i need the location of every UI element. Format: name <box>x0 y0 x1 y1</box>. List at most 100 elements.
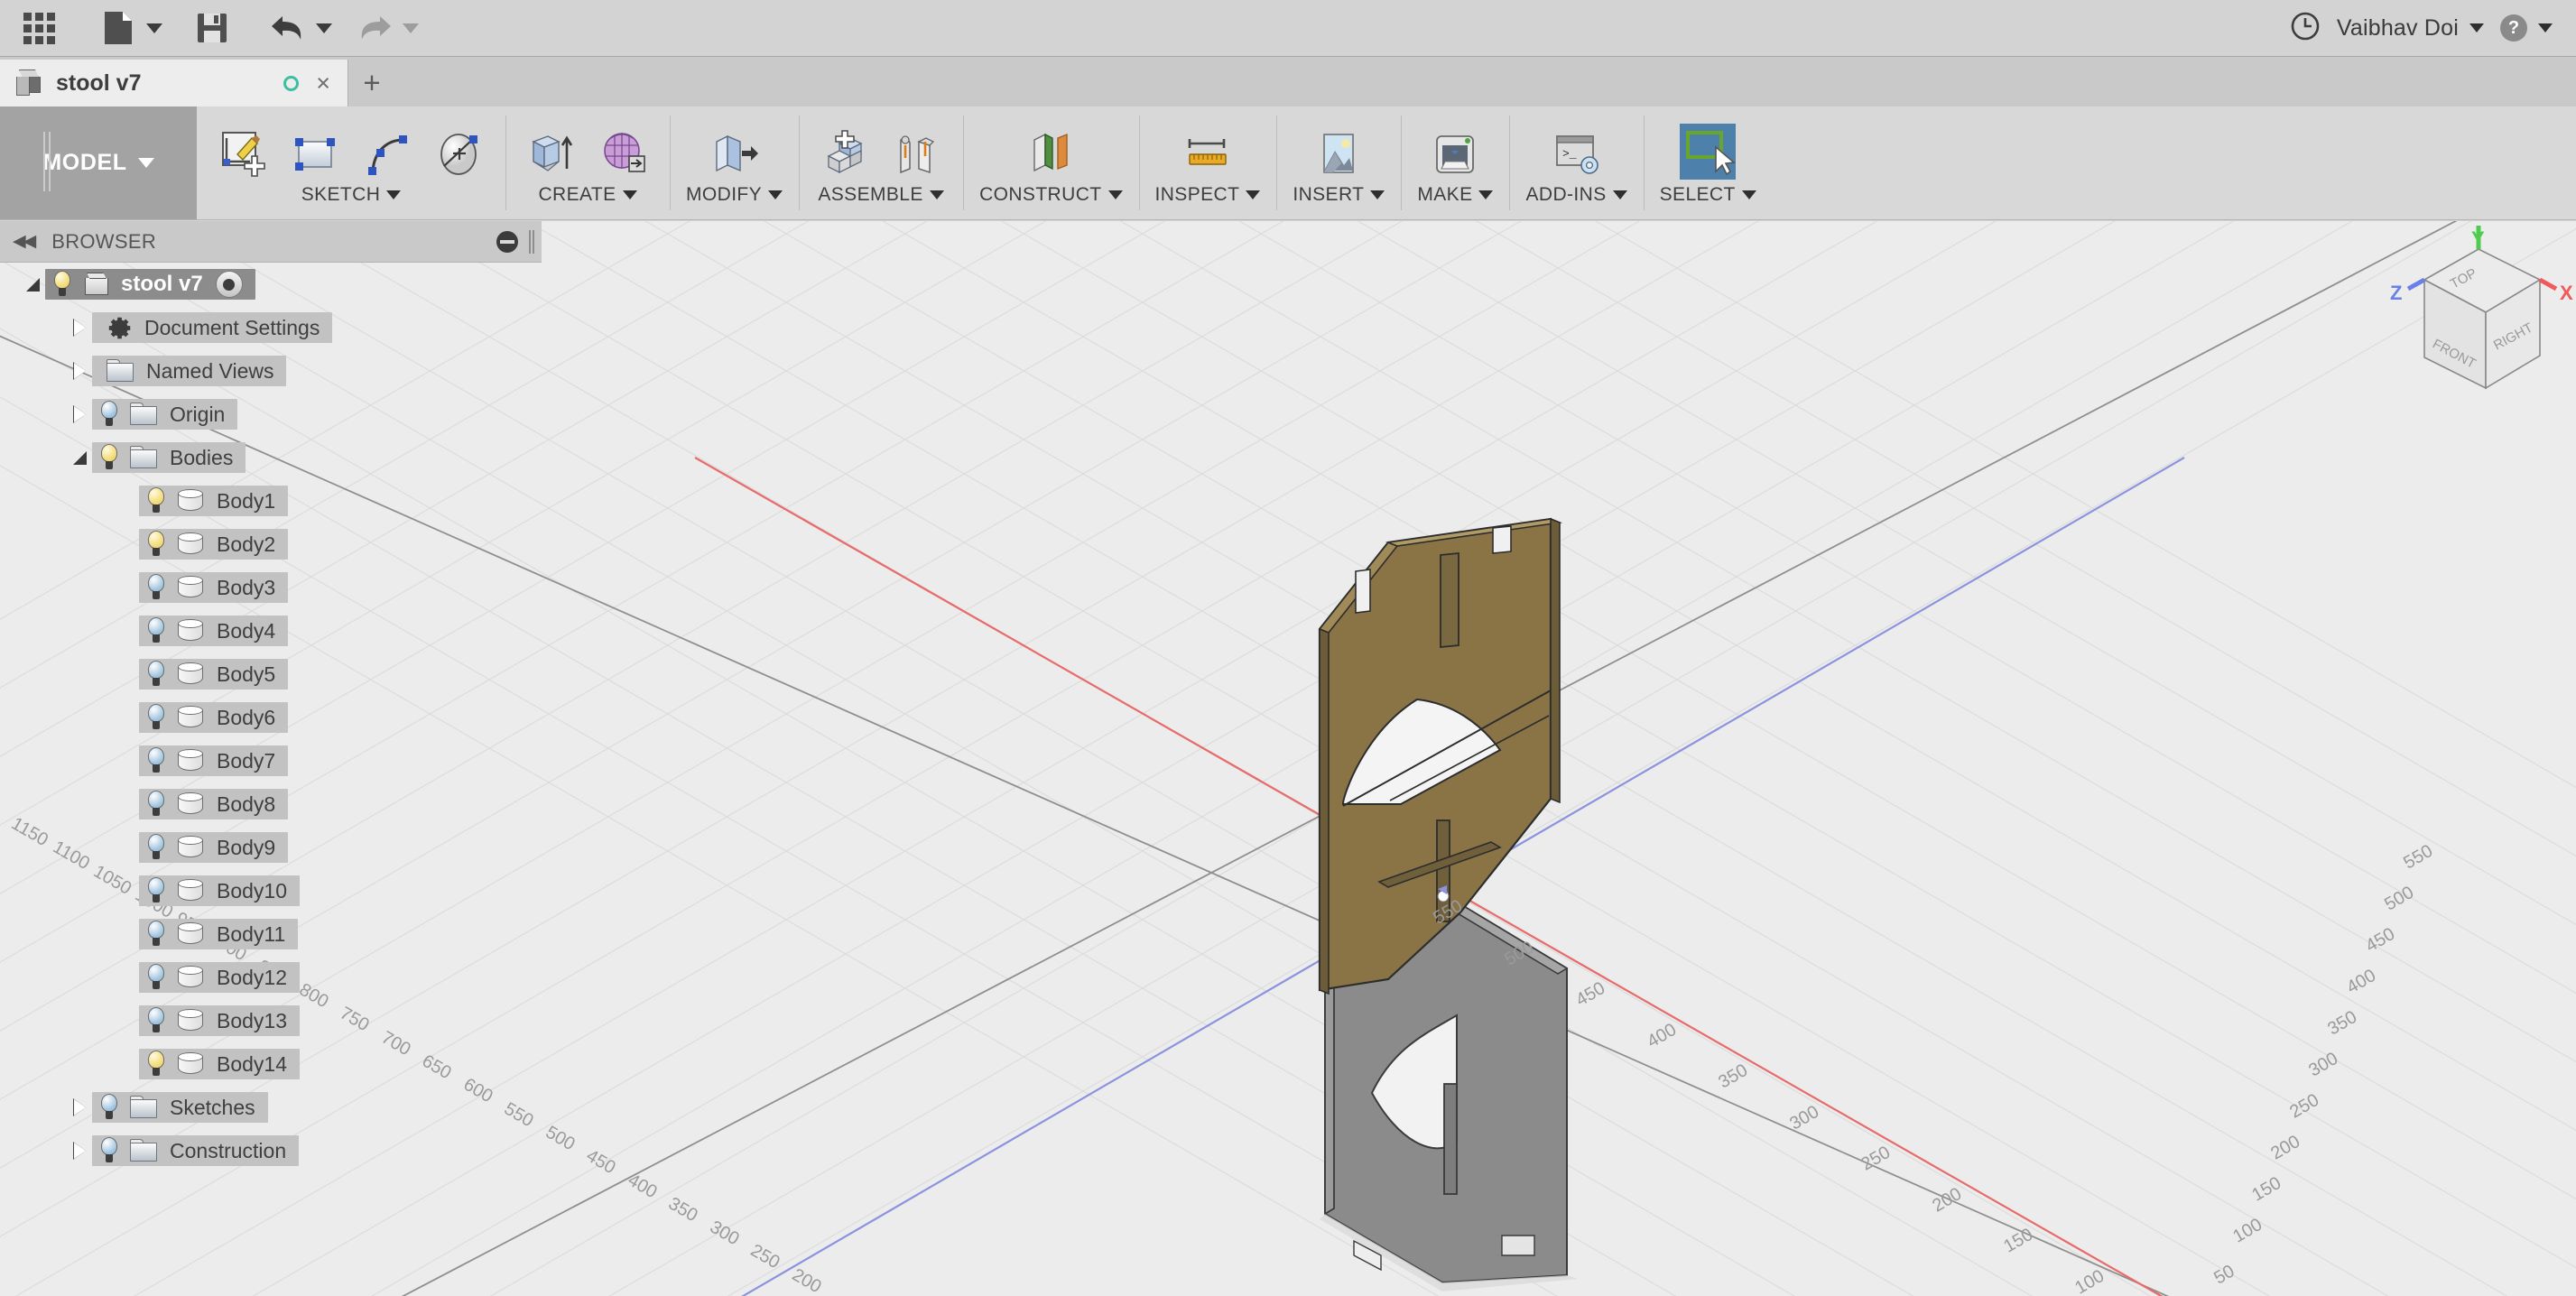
panel-resize-handle[interactable] <box>529 229 534 254</box>
tree-item-body10[interactable]: Body10 <box>0 869 542 912</box>
visibility-bulb-icon[interactable] <box>51 271 74 298</box>
tree-item-origin[interactable]: Origin <box>0 393 542 436</box>
select-dropdown-caret[interactable] <box>1741 190 1756 199</box>
tree-item-content[interactable]: Document Settings <box>92 312 333 343</box>
minimize-browser-icon[interactable] <box>496 230 518 253</box>
visibility-bulb-icon[interactable] <box>144 1051 168 1078</box>
user-menu-caret[interactable] <box>2469 23 2484 32</box>
visibility-bulb-icon[interactable] <box>144 487 168 514</box>
tree-item-content[interactable]: stool v7 <box>45 269 255 300</box>
tree-item-named-views[interactable]: Named Views <box>0 349 542 393</box>
addins-dropdown-caret[interactable] <box>1612 190 1627 199</box>
assemble-dropdown-caret[interactable] <box>929 190 944 199</box>
insert-dropdown-caret[interactable] <box>1370 190 1385 199</box>
visibility-bulb-icon[interactable] <box>144 661 168 688</box>
make-dropdown-caret[interactable] <box>1478 190 1494 199</box>
collapse-twisty-icon[interactable] <box>67 450 92 465</box>
tree-item-body13[interactable]: Body13 <box>0 999 542 1042</box>
tree-item-body1[interactable]: Body1 <box>0 479 542 523</box>
visibility-bulb-icon[interactable] <box>144 877 168 904</box>
tree-item-body8[interactable]: Body8 <box>0 782 542 826</box>
tree-item-body12[interactable]: Body12 <box>0 956 542 999</box>
tree-item-content[interactable]: Body3 <box>139 572 289 603</box>
help-menu-caret[interactable] <box>2538 23 2553 32</box>
spline-icon[interactable] <box>357 125 417 184</box>
expand-twisty-icon[interactable] <box>67 405 92 423</box>
workspace-caret-icon[interactable] <box>137 158 154 168</box>
insert-image-icon[interactable] <box>1309 125 1368 184</box>
expand-twisty-icon[interactable] <box>67 1098 92 1116</box>
tree-item-content[interactable]: Body8 <box>139 789 289 819</box>
tree-item-body6[interactable]: Body6 <box>0 696 542 739</box>
rectangle-icon[interactable] <box>285 125 345 184</box>
tree-item-construction[interactable]: Construction <box>0 1129 542 1172</box>
create-dropdown-caret[interactable] <box>622 190 637 199</box>
visibility-bulb-icon[interactable] <box>144 791 168 818</box>
visibility-bulb-icon[interactable] <box>144 921 168 948</box>
tree-item-content[interactable]: Body10 <box>139 875 301 906</box>
tree-item-body3[interactable]: Body3 <box>0 566 542 609</box>
visibility-bulb-icon[interactable] <box>144 617 168 644</box>
new-component-icon[interactable] <box>815 125 875 184</box>
tree-item-content[interactable]: Body5 <box>139 659 289 690</box>
tree-item-bodies[interactable]: Bodies <box>0 436 542 479</box>
tree-item-content[interactable]: Construction <box>92 1135 300 1166</box>
inspect-dropdown-caret[interactable] <box>1246 190 1261 199</box>
visibility-bulb-icon[interactable] <box>144 531 168 558</box>
workspace-switcher-model[interactable]: MODEL <box>0 106 197 219</box>
visibility-bulb-icon[interactable] <box>97 401 121 428</box>
tree-item-content[interactable]: Body1 <box>139 486 289 516</box>
undo-icon[interactable] <box>262 5 314 51</box>
offset-plane-icon[interactable] <box>1021 125 1080 184</box>
tree-item-content[interactable]: Body11 <box>139 919 299 949</box>
3d-print-icon[interactable] <box>1425 125 1485 184</box>
component-activate-radio[interactable] <box>215 271 243 298</box>
visibility-bulb-icon[interactable] <box>97 1137 121 1164</box>
visibility-bulb-icon[interactable] <box>144 834 168 861</box>
expand-twisty-icon[interactable] <box>67 362 92 380</box>
modify-dropdown-caret[interactable] <box>768 190 783 199</box>
tree-item-content[interactable]: Sketches <box>92 1092 268 1123</box>
create-sketch-icon[interactable] <box>213 125 273 184</box>
undo-dropdown-caret[interactable] <box>316 23 332 33</box>
visibility-bulb-icon[interactable] <box>144 574 168 601</box>
mesh-icon[interactable] <box>594 125 653 184</box>
expand-twisty-icon[interactable] <box>67 1142 92 1160</box>
tree-item-content[interactable]: Named Views <box>92 356 287 386</box>
visibility-bulb-icon[interactable] <box>144 1007 168 1034</box>
clock-icon[interactable] <box>2290 11 2321 46</box>
tree-item-content[interactable]: Body7 <box>139 745 289 776</box>
visibility-bulb-icon[interactable] <box>144 747 168 774</box>
tree-item-body7[interactable]: Body7 <box>0 739 542 782</box>
tree-item-content[interactable]: Body9 <box>139 832 289 863</box>
tree-item-body9[interactable]: Body9 <box>0 826 542 869</box>
visibility-bulb-icon[interactable] <box>144 964 168 991</box>
collapse-browser-icon[interactable]: ◀◀ <box>13 231 36 252</box>
tree-item-body11[interactable]: Body11 <box>0 912 542 956</box>
tree-item-content[interactable]: Body12 <box>139 962 301 993</box>
apps-grid-icon[interactable] <box>13 5 65 51</box>
new-document-dropdown-caret[interactable] <box>146 23 162 33</box>
sketch-dropdown-caret[interactable] <box>386 190 402 199</box>
visibility-bulb-icon[interactable] <box>144 704 168 731</box>
select-window-icon[interactable] <box>1675 119 1740 184</box>
tree-item-sketches[interactable]: Sketches <box>0 1086 542 1129</box>
tree-item-content[interactable]: Body13 <box>139 1005 301 1036</box>
tree-item-body5[interactable]: Body5 <box>0 653 542 696</box>
tree-item-stool-v7[interactable]: stool v7 <box>0 263 542 306</box>
press-pull-icon[interactable] <box>705 125 764 184</box>
tree-item-body4[interactable]: Body4 <box>0 609 542 653</box>
joint-icon[interactable] <box>887 125 947 184</box>
new-tab-button[interactable]: + <box>348 60 395 106</box>
construct-dropdown-caret[interactable] <box>1107 190 1123 199</box>
user-name-label[interactable]: Vaibhav Doi <box>2337 15 2459 42</box>
visibility-bulb-icon[interactable] <box>97 1094 121 1121</box>
tree-item-content[interactable]: Body14 <box>139 1049 301 1079</box>
expand-twisty-icon[interactable] <box>67 319 92 337</box>
measure-icon[interactable] <box>1178 125 1237 184</box>
new-document-icon[interactable] <box>92 5 144 51</box>
save-icon[interactable] <box>186 5 238 51</box>
tree-item-document-settings[interactable]: Document Settings <box>0 306 542 349</box>
help-icon[interactable]: ? <box>2500 14 2527 42</box>
redo-dropdown-caret[interactable] <box>403 23 419 33</box>
